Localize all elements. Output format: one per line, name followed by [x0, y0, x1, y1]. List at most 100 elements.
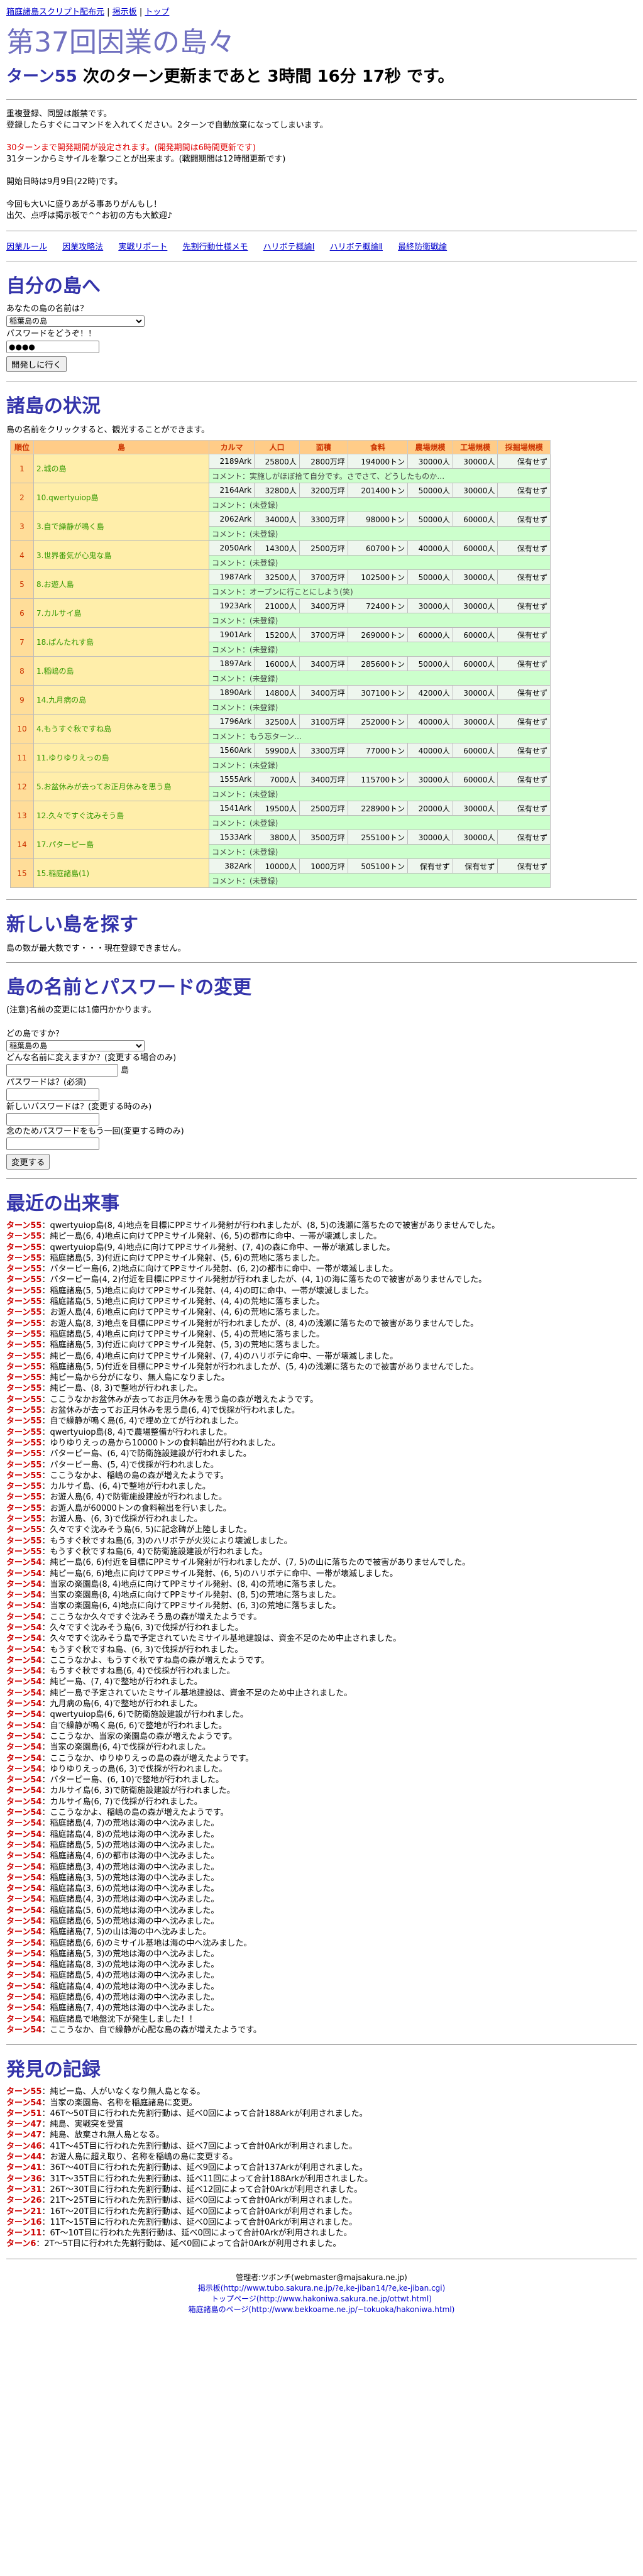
island-name-link[interactable]: 17.パターピー島: [33, 830, 209, 859]
link-bbs[interactable]: 掲示板: [113, 8, 137, 17]
turn-label: ターン55: [6, 1329, 42, 1339]
turn-label: ターン54: [6, 1960, 42, 1970]
area-cell: 3500万坪: [299, 830, 348, 845]
new-name-input[interactable]: [6, 1064, 118, 1077]
record-line: ターン44：お遊人島に超え取り、名称を稲嶋の島に変更する。: [6, 2152, 637, 2162]
island-name-link[interactable]: 11.ゆりゆりえっの島: [33, 743, 209, 772]
nav-link[interactable]: 因業攻略法: [62, 243, 103, 252]
island-name-link[interactable]: 2.城の島: [33, 454, 209, 483]
nav-link[interactable]: 実戦リポート: [118, 243, 167, 252]
table-row: 3 3.自で繰静が鳴く島 2062Ark 34000人 3300万坪 98000トン 500…: [10, 512, 551, 541]
population-cell: 32500人: [254, 569, 300, 584]
island-name-link[interactable]: 5.お盆休みが去ってお正月休みを思う島: [33, 772, 209, 801]
turn-label: ターン54: [6, 1667, 42, 1677]
turn-label: ターン55: [6, 1286, 42, 1296]
event-text: ：当家の楽園島(6, 4)地点に向けてPPミサイル発射、(6, 3)の荒地に落ち…: [41, 1601, 341, 1611]
event-line: ターン54：当家の楽園島(8, 4)地点に向けてPPミサイル発射、(8, 5)の…: [6, 1590, 637, 1601]
event-text: ：稲庭諸島(8, 3)の荒地は海の中へ沈みました。: [41, 1960, 219, 1970]
nav-link[interactable]: ハリボテ概論Ⅰ: [263, 243, 315, 252]
record-line: ターン16：11T〜15T目に行われた先割行動は、延べ0回によって合計0Arkが…: [6, 2217, 637, 2228]
island-name-link[interactable]: 14.九月病の島: [33, 685, 209, 715]
change-button[interactable]: 変更する: [6, 1154, 50, 1170]
island-name-link[interactable]: 8.お遊人島: [33, 569, 209, 599]
turn-label: ターン54: [6, 1764, 42, 1774]
island-name-link[interactable]: 7.カルサイ島: [33, 598, 209, 628]
event-text: ：26T〜30T目に行われた先割行動は、延べ12回によって合計0Arkが利用され…: [41, 2184, 363, 2195]
event-line: ターン55：稲庭諸島(5, 4)地点に向けてPPミサイル発射、(5, 4)の荒地…: [6, 1329, 637, 1340]
food-cell: 307100トン: [347, 685, 409, 700]
event-text: ：九月病の島(6, 4)で整地が行われました。: [41, 1699, 202, 1709]
event-text: ：稲庭諸島(5, 5)地点に向けてPPミサイル発射、(4, 4)の荒地に落ちまし…: [41, 1297, 325, 1307]
mine-cell: 保有せず: [497, 483, 551, 498]
new-password-input[interactable]: [6, 1113, 99, 1126]
footer-hakoniwa-link[interactable]: 箱庭諸島のページ(http://www.bekkoame.ne.jp/~toku…: [6, 2304, 637, 2315]
event-line: ターン54：稲庭諸島(3, 4)の荒地は海の中へ沈みました。: [6, 1862, 637, 1873]
island-name-link[interactable]: 3.自で繰静が鳴く島: [33, 512, 209, 541]
island-name-link[interactable]: 18.ぱんたれす島: [33, 627, 209, 657]
link-top[interactable]: トップ: [145, 8, 169, 17]
nav-link[interactable]: 先割行動仕様メモ: [182, 243, 248, 252]
island-name-link[interactable]: 1.稲嶋の島: [33, 656, 209, 686]
turn-label: ターン55: [6, 1406, 42, 1416]
event-text: ：稲庭諸島(5, 5)の荒地は海の中へ沈みました。: [41, 1840, 219, 1850]
island-name-link[interactable]: 3.世界番気が心鬼な島: [33, 540, 209, 570]
island-select[interactable]: 稲葉島の島: [6, 315, 145, 327]
nav-link[interactable]: 因業ルール: [6, 243, 47, 252]
farm-cell: 40000人: [407, 714, 453, 729]
develop-button[interactable]: 開発しに行く: [6, 356, 67, 372]
farm-cell: 30000人: [407, 830, 453, 845]
turn-countdown: 次のターン更新まであと 3時間 16分 17秒 です。: [82, 67, 454, 86]
event-line: ターン54：純ピー島で予定されていたミサイル基地建設は、資金不足のため中止されま…: [6, 1688, 637, 1699]
mine-cell: 保有せず: [497, 540, 551, 556]
rank-cell: 15: [10, 858, 34, 888]
turn-label: ターン54: [6, 1569, 42, 1579]
turn-label: ターン54: [6, 1655, 42, 1665]
event-text: ：パターピー島、(6, 10)で整地が行われました。: [41, 1775, 224, 1785]
island-name-link[interactable]: 15.稲庭諸島(1): [33, 858, 209, 888]
island-name-link[interactable]: 4.もうすぐ秋ですね島: [33, 714, 209, 743]
factory-cell: 30000人: [452, 830, 498, 845]
event-text: ：当家の楽園島(6, 4)で伐採が行われました。: [41, 1743, 211, 1753]
footer-admin: 管理者:ツボンチ(webmaster@majsakura.ne.jp): [236, 2272, 407, 2282]
confirm-password-input[interactable]: [6, 1137, 99, 1150]
footer-bbs-link[interactable]: 掲示板(http://www.tubo.sakura.ne.jp/?e,ke-j…: [6, 2283, 637, 2293]
nav-link[interactable]: ハリボテ概論Ⅱ: [330, 243, 383, 252]
food-cell: 201400トン: [347, 483, 409, 498]
turn-label: ターン31: [6, 2184, 42, 2195]
food-cell: 252000トン: [347, 714, 409, 729]
link-script-source[interactable]: 箱庭諸島スクリプト配布元: [6, 8, 104, 17]
turn-label: ターン54: [6, 1743, 42, 1753]
turn-label: ターン54: [6, 1786, 42, 1796]
event-text: ：ここうなか久々ですぐ沈みそう島の森が増えたようです。: [41, 1612, 262, 1622]
footer-top-link[interactable]: トップページ(http://www.hakoniwa.sakura.ne.jp/…: [6, 2293, 637, 2304]
record-line: ターン36：31T〜35T目に行われた先割行動は、延べ11回によって合計188A…: [6, 2174, 637, 2184]
table-row: 14 17.パターピー島 1533Ark 3800人 3500万坪 255100トン 300…: [10, 830, 551, 859]
turn-label: ターン54: [6, 2025, 42, 2035]
island-name-link[interactable]: 10.qwertyuiop島: [33, 483, 209, 512]
mine-cell: 保有せず: [497, 743, 551, 758]
rank-cell: 2: [10, 483, 34, 512]
food-cell: 269000トン: [347, 627, 409, 642]
karma-cell: 1901Ark: [208, 627, 255, 642]
rank-cell: 13: [10, 801, 34, 830]
area-cell: 3400万坪: [299, 772, 348, 787]
turn-label: ターン54: [6, 1558, 42, 1568]
island-name-link[interactable]: 12.久々ですぐ沈みそう島: [33, 801, 209, 830]
table-row: 15 15.稲庭諸島(1) 382Ark 10000人 1000万坪 505100トン 保有…: [10, 858, 551, 888]
karma-cell: 1890Ark: [208, 685, 255, 700]
current-password-input[interactable]: [6, 1088, 99, 1101]
area-cell: 1000万坪: [299, 858, 348, 874]
event-text: ：稲庭諸島(7, 4)の荒地は海の中へ沈みました。: [41, 2003, 219, 2014]
event-line: ターン54：稲庭諸島(4, 8)の荒地は海の中へ沈みました。: [6, 1829, 637, 1840]
event-text: ：パターピー島、(5, 4)で伐採が行われました。: [41, 1460, 219, 1470]
event-text: ：稲庭諸島(6, 5)の荒地は海の中へ沈みました。: [41, 1917, 219, 1926]
info-line: 登録したらすぐにコマンドを入れてください。2ターンで自動放棄になってしまいます。: [6, 121, 328, 130]
event-line: ターン55：お遊人島(4, 6)地点に向けてPPミサイル発射、(4, 6)の荒地…: [6, 1307, 637, 1318]
nav-link[interactable]: 最終防衛戦論: [398, 243, 447, 252]
food-cell: 72400トン: [347, 598, 409, 613]
karma-cell: 1897Ark: [208, 656, 255, 671]
password-input[interactable]: [6, 341, 99, 353]
info-block: 重複登録、同盟は厳禁です。 登録したらすぐにコマンドを入れてください。2ターンで…: [6, 109, 637, 222]
change-q4: 新しいパスワードは？(変更する時のみ): [6, 1102, 152, 1112]
change-island-select[interactable]: 稲葉島の島: [6, 1040, 145, 1051]
